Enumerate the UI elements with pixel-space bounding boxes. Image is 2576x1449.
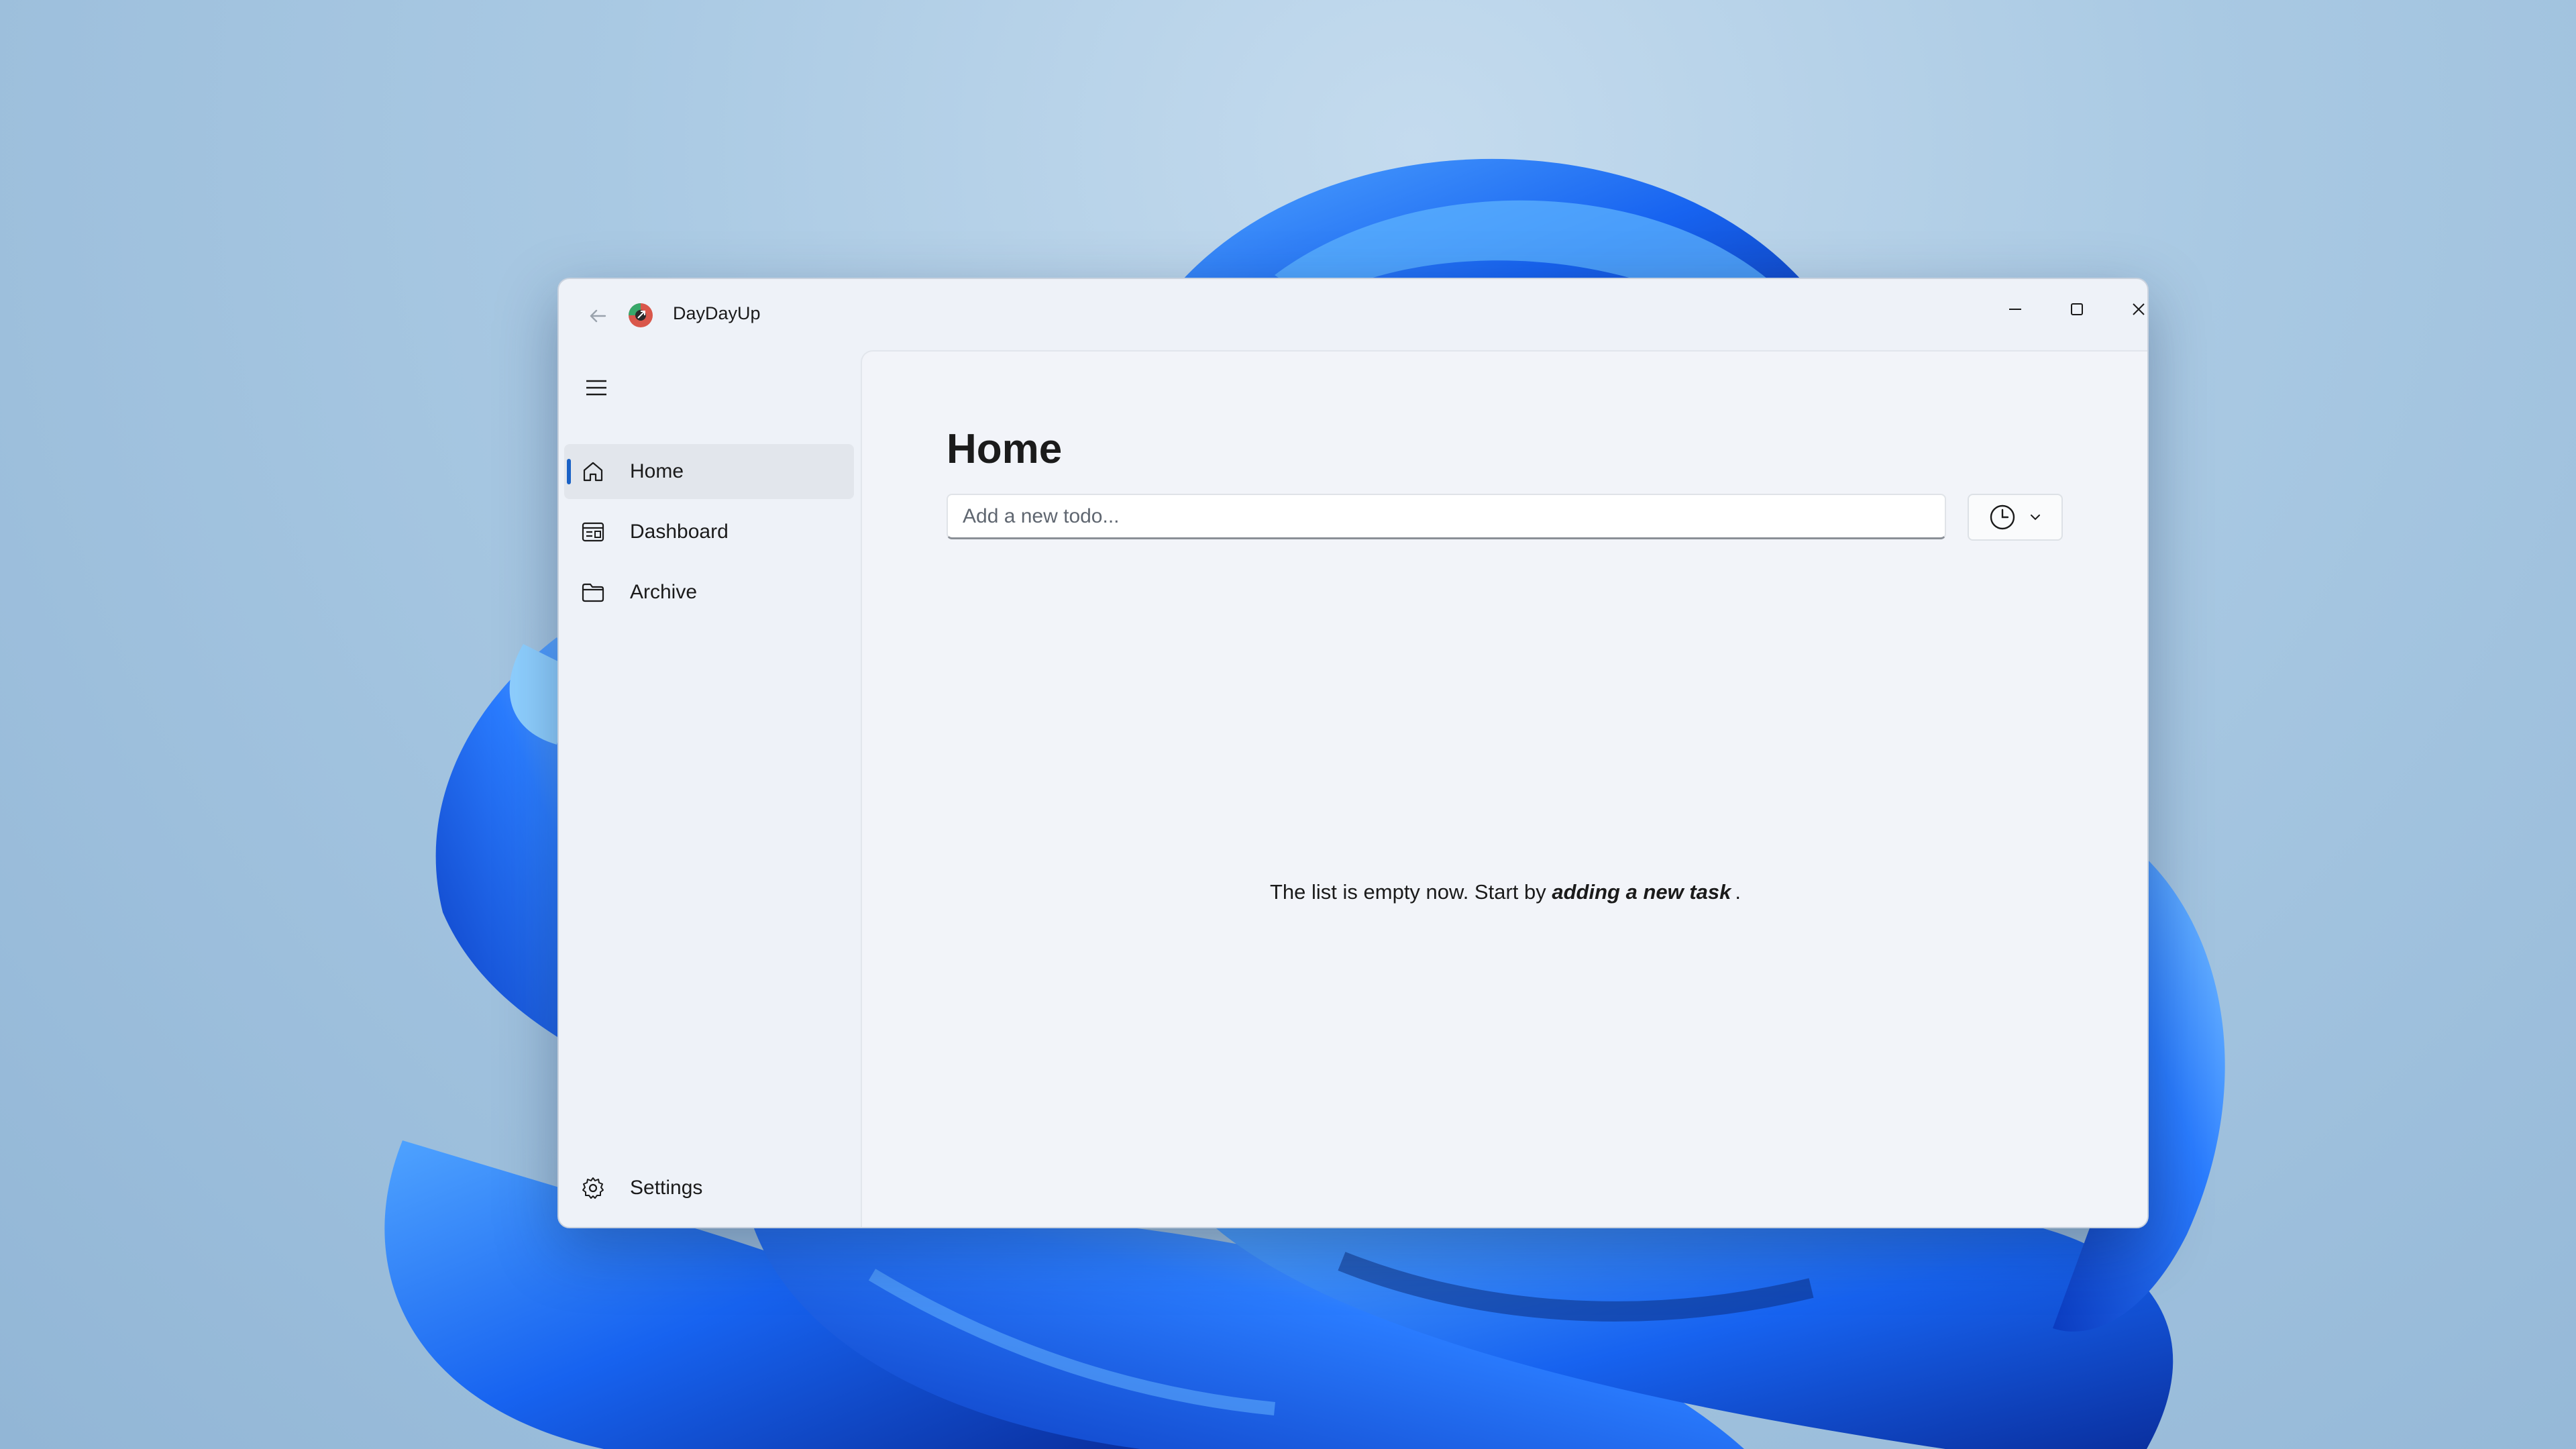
app-title: DayDayUp [673, 303, 761, 323]
app-logo-icon [629, 303, 653, 327]
close-button[interactable] [2108, 288, 2147, 330]
maximize-icon [2071, 303, 2083, 315]
selection-indicator [567, 459, 571, 484]
folder-icon [580, 580, 606, 605]
new-todo-input[interactable] [947, 494, 1946, 539]
menu-toggle-button[interactable] [572, 366, 621, 409]
page-title: Home [947, 426, 1063, 472]
sidebar-item-home[interactable]: Home [564, 444, 854, 499]
chevron-down-icon [2031, 515, 2040, 521]
reminder-time-dropdown[interactable] [1968, 494, 2063, 541]
sidebar-item-settings[interactable]: Settings [564, 1161, 854, 1216]
empty-state-suffix: . [1735, 880, 1741, 904]
clock-icon [1990, 504, 2015, 530]
close-icon [2133, 303, 2145, 315]
main-content: Home The list is empty now. Start by add… [861, 350, 2147, 1227]
sidebar-item-label: Archive [630, 581, 698, 603]
empty-state-message: The list is empty now. Start by adding a… [862, 880, 2147, 904]
sidebar-item-label: Home [630, 460, 684, 482]
empty-state-text: The list is empty now. Start by [1269, 880, 1546, 904]
minimize-button[interactable] [1985, 288, 2045, 330]
hamburger-menu-icon [586, 380, 606, 396]
navigation-pane: Home Dashboard Archive Settings [559, 350, 859, 1227]
app-window: DayDayUp Home Dashboard Archive Settings… [557, 278, 2149, 1228]
sidebar-item-archive[interactable]: Archive [564, 565, 854, 620]
back-button[interactable] [579, 299, 616, 333]
dashboard-icon [580, 519, 606, 545]
sidebar-item-label: Dashboard [630, 521, 729, 543]
home-icon [580, 459, 606, 484]
title-bar: DayDayUp [559, 279, 2147, 350]
sidebar-item-label: Settings [630, 1177, 703, 1199]
sidebar-item-dashboard[interactable]: Dashboard [564, 504, 854, 559]
minimize-icon [2009, 309, 2021, 310]
maximize-button[interactable] [2047, 288, 2107, 330]
gear-icon [580, 1175, 606, 1201]
back-arrow-icon [590, 309, 606, 323]
add-task-emphasis: adding a new task [1552, 880, 1731, 904]
